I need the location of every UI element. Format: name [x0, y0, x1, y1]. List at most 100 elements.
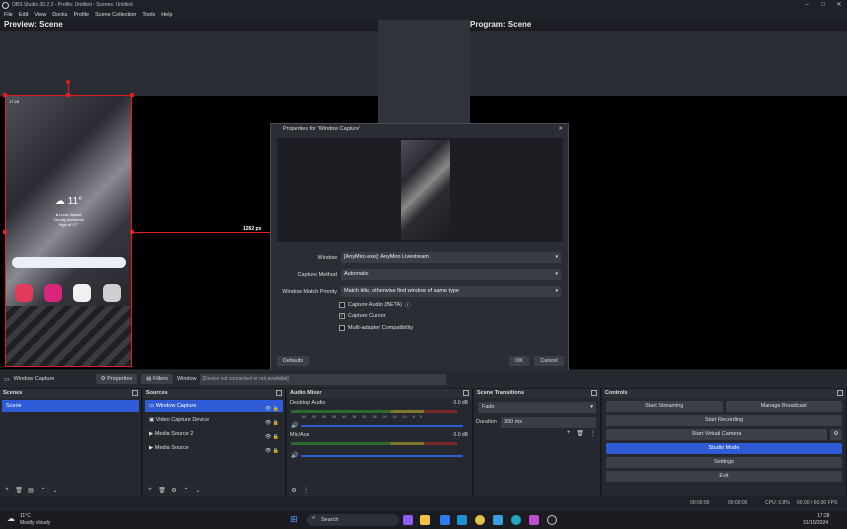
mail-icon[interactable] — [457, 515, 467, 525]
gear-icon[interactable]: ⚙ — [290, 487, 298, 494]
copilot-icon[interactable] — [403, 515, 413, 525]
ok-button[interactable]: OK — [509, 356, 529, 366]
resize-handle-left[interactable] — [3, 230, 7, 234]
popout-icon[interactable] — [276, 390, 282, 396]
resize-handle-tr[interactable] — [130, 93, 134, 97]
taskbar-temp: 11°C — [20, 513, 31, 519]
add-icon[interactable]: + — [3, 487, 11, 494]
chevron-down-icon: ▾ — [555, 271, 558, 277]
eye-icon[interactable]: 👁 — [265, 420, 271, 426]
taskbar-search[interactable]: Search — [307, 514, 399, 526]
popout-icon[interactable] — [463, 390, 469, 396]
arrow-down-icon[interactable]: ⌄ — [194, 487, 202, 494]
menu-edit[interactable]: Edit — [19, 12, 28, 18]
start-streaming-button[interactable]: Start Streaming — [606, 401, 723, 412]
anymiro-icon[interactable] — [529, 515, 539, 525]
more-icon[interactable]: ⋮ — [590, 430, 596, 437]
source-label: Media Source — [154, 445, 189, 451]
trash-icon[interactable]: 🗑 — [158, 487, 166, 494]
transition-select[interactable]: Fade ▾ — [478, 402, 596, 413]
selection-box[interactable] — [5, 95, 132, 367]
arrow-down-icon[interactable]: ⌄ — [51, 487, 59, 494]
mic-volume-slider[interactable] — [301, 455, 463, 457]
desktop-audio-db: 0.0 dB — [453, 400, 468, 406]
menu-bar: File Edit View Docks Profile Scene Colle… — [0, 10, 847, 20]
more-icon[interactable]: ⋮ — [302, 487, 310, 494]
photos-icon[interactable] — [493, 515, 503, 525]
duration-input[interactable]: 300 ms — [501, 417, 596, 428]
eye-icon[interactable]: 👁 — [265, 406, 271, 412]
speaker-icon[interactable]: 🔊 — [291, 422, 298, 429]
capture-method-select[interactable]: Automatic ▾ — [341, 269, 561, 280]
properties-button[interactable]: ⚙ Properties — [95, 374, 138, 384]
eye-icon[interactable]: 👁 — [265, 434, 271, 440]
source-item[interactable]: ▶ Media Source 2 👁 🔒 — [145, 428, 283, 440]
close-icon[interactable]: ✕ — [831, 0, 847, 10]
eye-icon[interactable]: 👁 — [265, 448, 271, 454]
arrow-up-icon[interactable]: ⌃ — [39, 487, 47, 494]
window-select[interactable]: [AnyMiro.exe]: AnyMiro Livestream ▾ — [341, 252, 561, 263]
dialog-close-icon[interactable]: ✕ — [558, 124, 563, 135]
multi-adapter-checkbox[interactable]: Multi-adapter Compatibility — [339, 325, 413, 331]
popout-icon[interactable] — [837, 390, 843, 396]
popout-icon[interactable] — [591, 390, 597, 396]
settings-button[interactable]: Settings — [606, 457, 842, 468]
filter-icon[interactable]: ▤ — [27, 487, 35, 494]
capture-method-value: Automatic — [344, 271, 369, 277]
menu-help[interactable]: Help — [161, 12, 172, 18]
capture-audio-checkbox[interactable]: Capture Audio (BETA) ⓘ — [339, 301, 411, 309]
exit-button[interactable]: Exit — [606, 471, 842, 482]
arrow-up-icon[interactable]: ⌃ — [182, 487, 190, 494]
status-bar: 00:00:00 00:00:00 CPU: 0.8% 60.00 / 60.0… — [0, 496, 847, 509]
scene-item[interactable]: Scene — [2, 400, 139, 412]
speaker-icon[interactable]: 🔊 — [291, 452, 298, 459]
capture-cursor-checkbox[interactable]: ✓ Capture Cursor — [339, 313, 386, 319]
source-context-bar: ▭ Window Capture ⚙ Properties ▤ Filters … — [0, 370, 847, 388]
menu-file[interactable]: File — [4, 12, 13, 18]
trash-icon[interactable]: 🗑 — [576, 430, 584, 437]
edge-icon[interactable] — [511, 515, 521, 525]
add-icon[interactable]: + — [146, 487, 154, 494]
lock-icon[interactable]: 🔒 — [273, 434, 279, 440]
menu-scene-collection[interactable]: Scene Collection — [95, 12, 136, 18]
chrome-icon[interactable] — [475, 515, 485, 525]
lock-icon[interactable]: 🔒 — [273, 448, 279, 454]
mic-aux-db: 0.0 dB — [453, 432, 468, 438]
defaults-button[interactable]: Defaults — [277, 356, 309, 366]
filters-button[interactable]: ▤ Filters — [141, 374, 173, 384]
menu-profile[interactable]: Profile — [73, 12, 89, 18]
filter-icon: ▤ — [146, 376, 152, 382]
menu-view[interactable]: View — [34, 12, 46, 18]
source-item[interactable]: ▭ Window Capture 👁 🔒 — [145, 400, 283, 412]
menu-tools[interactable]: Tools — [142, 12, 155, 18]
gear-icon[interactable]: ⚙ — [170, 487, 178, 494]
cpu-usage: CPU: 0.8% — [765, 500, 790, 506]
source-item[interactable]: ▣ Video Capture Device 👁 🔒 — [145, 414, 283, 426]
trash-icon[interactable]: 🗑 — [15, 487, 23, 494]
lock-icon[interactable]: 🔒 — [273, 420, 279, 426]
source-label: Video Capture Device — [155, 417, 210, 423]
menu-docks[interactable]: Docks — [52, 12, 67, 18]
studio-mode-button[interactable]: Studio Mode — [606, 443, 842, 454]
source-item[interactable]: ▶ Media Source 👁 🔒 — [145, 442, 283, 454]
lock-icon[interactable]: 🔒 — [273, 406, 279, 412]
manage-broadcast-button[interactable]: Manage Broadcast — [725, 401, 842, 412]
match-priority-select[interactable]: Match title, otherwise find window of sa… — [341, 286, 561, 297]
controls-dock: Controls Start Streaming Manage Broadcas… — [602, 389, 847, 496]
resize-handle-tl[interactable] — [3, 93, 7, 97]
minimize-icon[interactable]: – — [799, 0, 815, 10]
start-recording-button[interactable]: Start Recording — [606, 415, 842, 426]
window-field[interactable]: [Device not connected or not available] — [199, 373, 446, 385]
popout-icon[interactable] — [132, 390, 138, 396]
store-icon[interactable] — [440, 515, 450, 525]
cancel-button[interactable]: Cancel — [534, 356, 564, 366]
mic-aux-label: Mic/Aux — [290, 432, 310, 438]
maximize-icon[interactable]: □ — [815, 0, 831, 10]
obs-taskbar-icon[interactable] — [547, 515, 557, 525]
desktop-volume-slider[interactable] — [301, 425, 463, 427]
virtual-camera-settings-gear-icon[interactable]: ⚙ — [830, 429, 842, 440]
add-icon[interactable]: + — [567, 430, 571, 437]
start-virtual-camera-button[interactable]: Start Virtual Camera — [606, 429, 827, 440]
start-icon[interactable]: ⊞ — [290, 514, 298, 525]
file-explorer-icon[interactable] — [420, 515, 430, 525]
